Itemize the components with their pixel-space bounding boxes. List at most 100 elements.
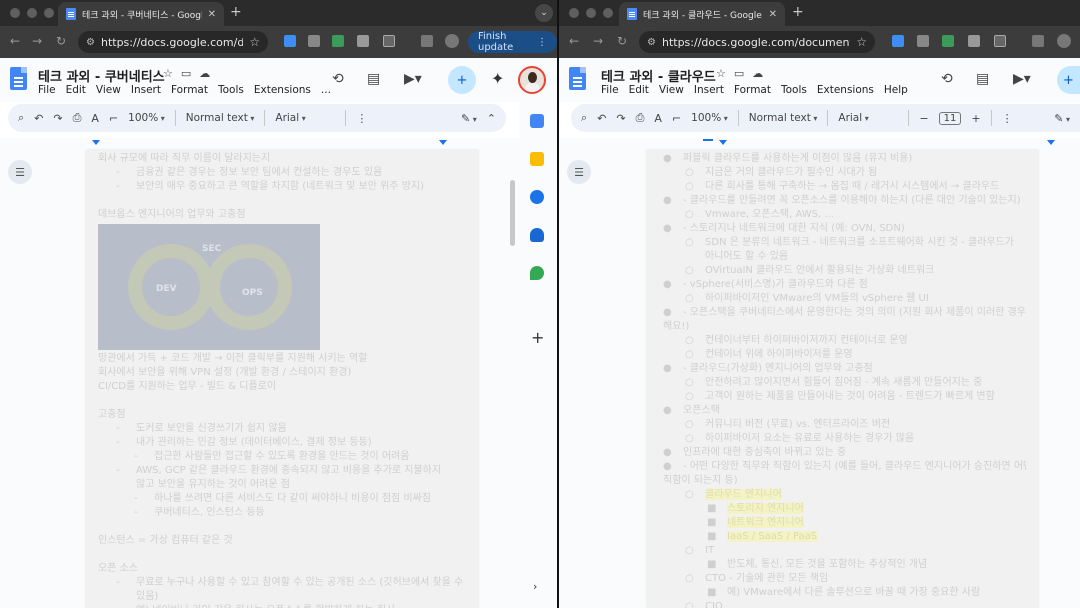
close-window-icon[interactable] [10,8,20,18]
document-line[interactable]: 인스턴스 = 가상 컴퓨터 같은 것 [98,534,466,548]
keep-icon[interactable] [530,152,544,166]
docs-logo-icon[interactable] [10,67,27,90]
extension-download-icon[interactable] [892,35,904,47]
extensions-menu-icon[interactable] [994,35,1006,47]
document-line[interactable]: ● - 스토리지나 네트워크에 대한 지식 (예: OVN, SDN) [663,222,1026,236]
document-line[interactable]: ■ 스토리지 엔지니어 [663,502,1026,516]
first-line-indent-marker[interactable] [703,139,713,141]
document-outline-icon[interactable]: ☰ [567,160,591,184]
back-icon[interactable]: ← [10,34,20,48]
devsecops-infinity-image[interactable]: SEC DEV OPS [98,224,320,350]
document-line[interactable]: ○ 하이퍼바이저 요소는 유료로 사용하는 경우가 많음 [663,432,1026,446]
more-options-icon[interactable]: ⋮ [1002,112,1013,125]
extension-camera-icon[interactable] [968,35,980,47]
document-line[interactable]: ■ 네트워크 엔지니어 [663,516,1026,530]
document-line[interactable]: - 보안의 매우 중요하고 큰 역할을 차지함 (네트워크 및 보안 위주 방지) [98,180,466,194]
document-line[interactable]: 오픈 소스 [98,562,466,576]
more-options-icon[interactable]: ⋮ [356,112,367,125]
document-line[interactable]: - AWS, GCP 같은 클라우드 환경에 종속되지 않고 비용을 추가로 지불… [98,464,466,478]
document-line[interactable]: - 하나를 쓰려면 다른 서비스도 다 같이 써야하니 비용이 점점 비싸짐 [98,492,466,506]
menu-insert[interactable]: Insert [694,84,724,96]
undo-icon[interactable]: ↶ [597,112,606,125]
left-indent-marker[interactable] [92,140,100,145]
document-line[interactable]: - 내가 관리하는 민감 정보 (데이터베이스, 결제 정보 등등) [98,436,466,450]
cloud-saved-icon[interactable]: ☁ [199,67,210,80]
document-line[interactable]: 데브옵스 엔지니어의 업무와 고충점 [98,208,466,222]
document-line[interactable] [98,194,466,208]
document-line[interactable]: ■ IaaS / SaaS / PaaS [663,530,1026,544]
menu-format[interactable]: Format [171,84,208,96]
document-line[interactable]: 있음) [98,590,466,604]
move-folder-icon[interactable]: ▭ [181,67,191,80]
document-line[interactable]: ○ 안전하려고 많이지면서 힘들어 짐어짐 - 계속 새롭게 만들어지는 중 [663,376,1026,390]
document-line[interactable]: - 도커로 보안을 신경쓰기가 쉽지 않음 [98,422,466,436]
document-page[interactable]: 회사 규모에 따라 직무 이름이 달라지는지 - 금융권 같은 경우는 정보 보안 … [86,150,478,608]
document-line[interactable]: ○ 하이퍼바이저인 VMware의 VM들의 vSphere 웹 UI [663,292,1026,306]
version-history-icon[interactable]: ⟲ [941,71,953,87]
document-title[interactable]: 테크 과외 - 쿠버네티스 [38,66,165,85]
spellcheck-icon[interactable]: A [654,112,662,125]
tab-search-icon[interactable]: ⌄ [535,4,553,22]
document-line[interactable]: ○ SDN 은 분류의 네트워크 - 네트워크를 소프트웨어화 시킨 것 - 클라… [663,236,1026,250]
redo-icon[interactable]: ↷ [616,112,625,125]
back-icon[interactable]: ← [569,34,579,48]
document-line[interactable]: ○ Vmware, 오픈스택, AWS, ... [663,208,1026,222]
share-button[interactable]: + [1057,66,1080,94]
document-line[interactable] [98,520,466,534]
zoom-select[interactable]: 100% [128,112,165,124]
document-line[interactable]: 망관에서 가득 + 코드 개발 → 이전 클릭부를 지원해 시키는 역할 [98,352,466,366]
document-line[interactable]: ● 인프라에 대한 중심축이 바뀌고 있는 중 [663,446,1026,460]
document-line[interactable]: ■ 반도체, 통신, 모든 것을 포함하는 추상적인 개념 [663,558,1026,572]
collapse-panel-icon[interactable]: › [533,580,537,593]
gemini-icon[interactable]: ✦ [491,69,504,88]
document-line[interactable]: 아니어도 할 수 있음 [663,250,1026,264]
document-line[interactable]: ● - 오픈스택을 쿠버네티스에서 운영한다는 것의 의미 (지원 회사 제품이 … [663,306,1026,320]
menu-file[interactable]: File [38,84,56,96]
vertical-scrollbar[interactable] [510,180,515,246]
menu-insert[interactable]: Insert [131,84,161,96]
document-line[interactable]: CI/CD를 지원하는 업무 - 빌드 & 디플로이 [98,380,466,394]
bookmark-star-icon[interactable]: ☆ [856,35,867,49]
user-avatar[interactable] [518,66,546,94]
undo-icon[interactable]: ↶ [34,112,43,125]
decrease-font-size-icon[interactable]: − [919,112,928,125]
increase-font-size-icon[interactable]: + [971,112,980,125]
profile-icon[interactable] [445,34,459,48]
menu-extensions[interactable]: Extensions [817,84,874,96]
extensions-menu-icon[interactable] [383,35,395,47]
menu-edit[interactable]: Edit [66,84,86,96]
document-line[interactable]: ■ 예) VMware에서 다른 솔루션으로 바꿀 때 가장 중요한 사람 [663,586,1026,600]
document-line[interactable]: ● - 클라우드를 만들려면 꼭 오픈소스를 이용해야 하는지 (다른 대안 기술… [663,194,1026,208]
forward-icon[interactable]: → [593,34,603,48]
search-menus-icon[interactable]: ⌕ [18,111,24,125]
redo-icon[interactable]: ↷ [53,112,62,125]
document-line[interactable]: ● - 어떤 다양한 직무와 직함이 있는지 (예를 들어, 클라우드 엔지니어가… [663,460,1026,474]
url-omnibox[interactable]: ⚙ https://docs.google.com/d/... ☆ [78,31,268,53]
url-omnibox[interactable]: ⚙ https://docs.google.com/document/d/...… [639,31,875,53]
document-line[interactable]: ○ 다른 회사를 통해 구축하는 → 몸집 때 / 레거시 시스템에서 → 클라우… [663,180,1026,194]
document-line[interactable]: 직함이 되는지 등) [663,474,1026,488]
document-line[interactable]: ○ IT [663,544,1026,558]
document-line[interactable]: ○ OVirtualN 클라우드 안에서 활용되는 가상화 네트워크 [663,264,1026,278]
calendar-icon[interactable] [530,114,544,128]
comments-icon[interactable]: ▤ [976,71,989,87]
menu-view[interactable]: View [96,84,121,96]
docs-logo-icon[interactable] [569,67,586,90]
site-info-icon[interactable]: ⚙ [86,37,95,48]
menu-extensions[interactable]: Extensions [254,84,311,96]
document-line[interactable]: - 접근한 사람들만 접근할 수 있도록 환경을 만드는 것이 어려움 [98,450,466,464]
star-icon[interactable]: ☆ [716,67,726,80]
minimize-window-icon[interactable] [586,8,596,18]
menu-format[interactable]: Format [734,84,771,96]
document-outline-icon[interactable]: ☰ [8,160,32,184]
document-line[interactable]: ○ 클라우드 엔지니어 [663,488,1026,502]
menu-view[interactable]: View [659,84,684,96]
reload-icon[interactable]: ↻ [617,34,627,48]
menu-tools[interactable]: Tools [218,84,244,96]
close-tab-icon[interactable]: ✕ [769,9,777,20]
reload-icon[interactable]: ↻ [56,34,66,48]
comments-icon[interactable]: ▤ [367,71,380,87]
document-line[interactable]: ○ 컨테이너 위에 하이퍼바이저를 운영 [663,348,1026,362]
new-tab-icon[interactable]: + [792,4,804,20]
contacts-icon[interactable] [530,228,544,242]
